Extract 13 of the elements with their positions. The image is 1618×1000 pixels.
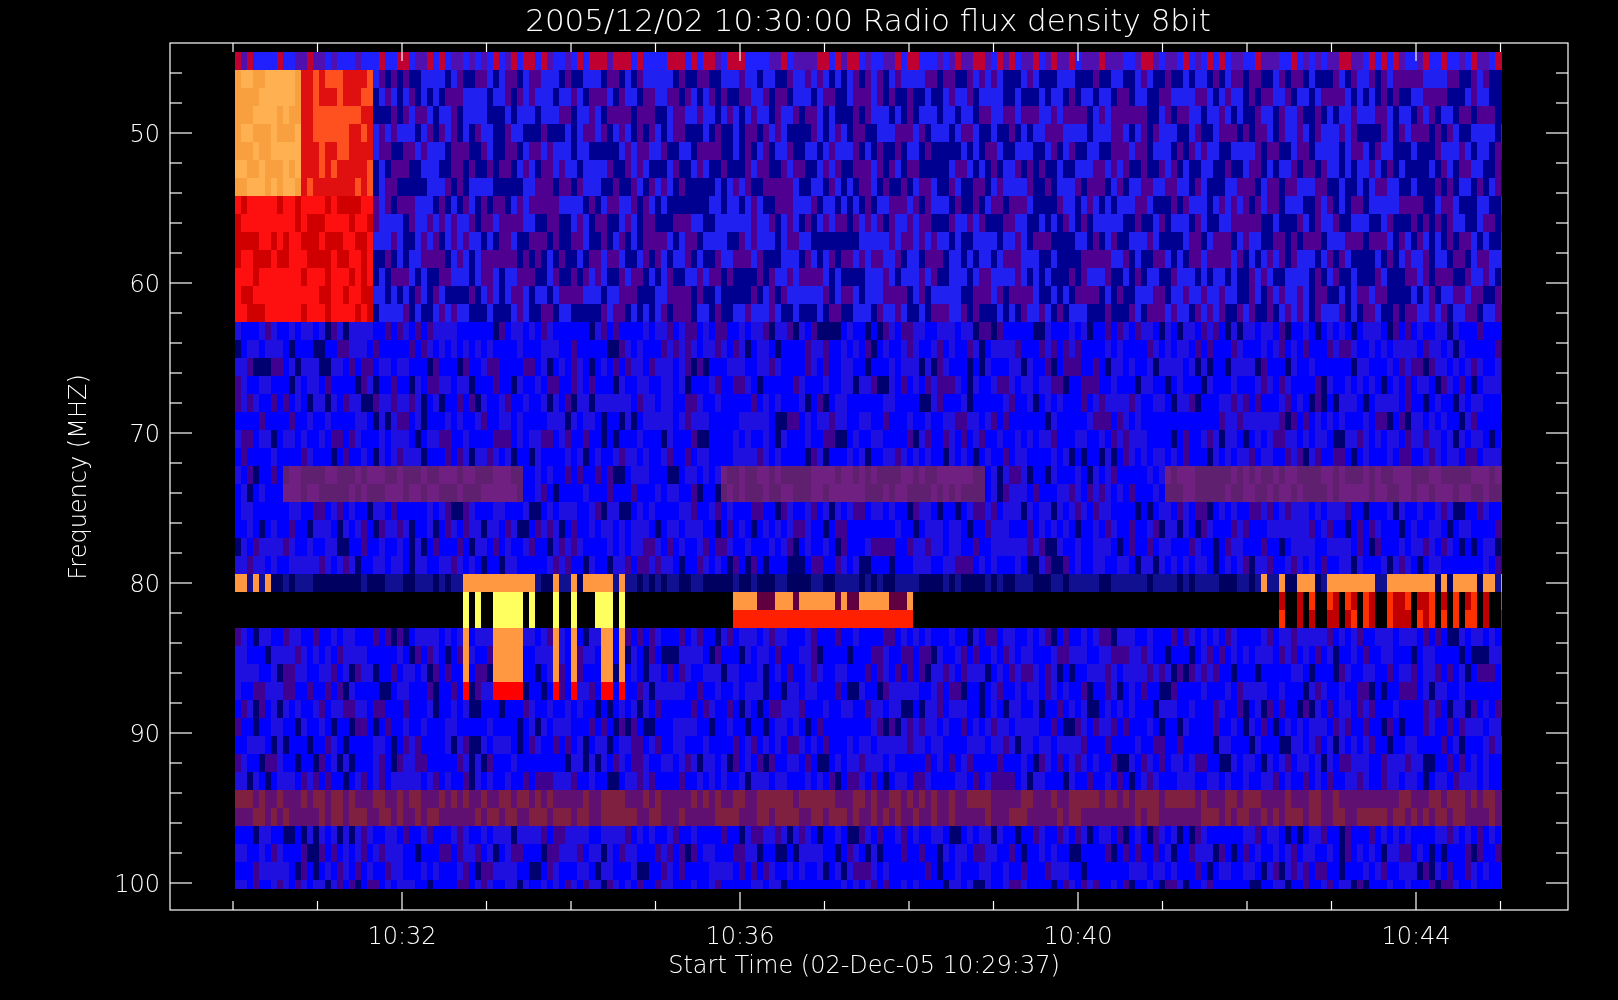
tick-label: 10:36 (705, 922, 775, 950)
tick-label: 60 (129, 270, 160, 298)
axis-label: Start Time (02-Dec-05 10:29:37) (668, 951, 1060, 979)
axis-label: Frequency (MHZ) (64, 374, 92, 580)
tick-label: 10:40 (1043, 922, 1113, 950)
tick-label: 10:44 (1381, 922, 1451, 950)
plot-title: 2005/12/02 10:30:00 Radio flux density 8bit (525, 2, 1211, 38)
tick-label: 100 (114, 870, 160, 898)
tick-label: 80 (129, 570, 160, 598)
tick-label: 10:32 (367, 922, 437, 950)
tick-label: 50 (129, 120, 160, 148)
tick-label: 70 (129, 420, 160, 448)
tick-label: 90 (129, 720, 160, 748)
